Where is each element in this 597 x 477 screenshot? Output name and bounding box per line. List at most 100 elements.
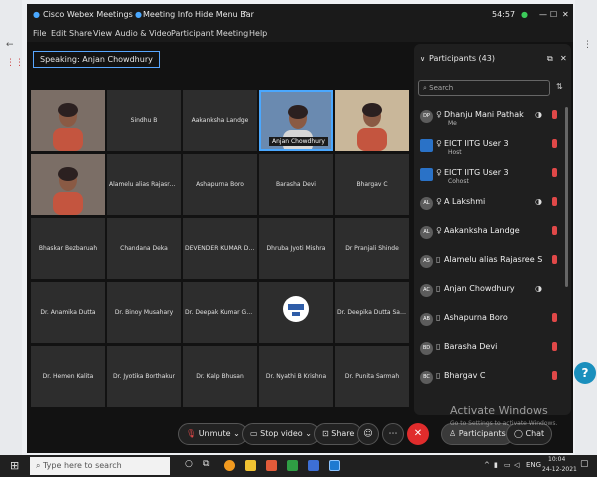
mic-muted-icon — [552, 255, 557, 264]
participant-video-tile[interactable] — [259, 282, 333, 343]
minimize-icon[interactable]: — — [539, 10, 547, 19]
more-menu-icon[interactable]: ⋮ — [583, 40, 592, 50]
participant-tile-name: Ashapurna Boro — [196, 181, 244, 188]
windows-start-icon[interactable]: ⊞ — [10, 459, 19, 472]
menu-audio-video[interactable]: Audio & Video — [115, 29, 171, 38]
apps-icon[interactable]: ⋮⋮ — [6, 58, 24, 68]
participant-list-item[interactable]: ♀ EICT IITG User 3 Cohost — [414, 162, 564, 190]
video-camera-icon: ▭ — [250, 429, 258, 438]
participant-video-tile[interactable] — [31, 154, 105, 215]
participant-video-tile[interactable]: Aakanksha Landge — [183, 90, 257, 151]
participant-video-tile[interactable]: Alamelu alias Rajasree S — [107, 154, 181, 215]
participant-video-tile[interactable]: Dr. Punita Sarmah — [335, 346, 409, 407]
popout-icon[interactable]: ⧉ — [547, 54, 553, 64]
unmute-button[interactable]: 🎙 Unmute ⌄ — [178, 423, 248, 445]
task-view-icon[interactable]: ⧉ — [203, 459, 209, 469]
activate-windows-watermark: Activate Windows — [450, 404, 548, 417]
spreadsheet-app-icon[interactable] — [287, 460, 298, 471]
host-device-icon — [420, 139, 433, 152]
mic-muted-icon — [552, 139, 557, 148]
office-app-icon[interactable] — [266, 460, 277, 471]
participant-video-tile[interactable]: Dr. Jyotika Borthakur — [107, 346, 181, 407]
panel-scrollbar[interactable] — [565, 107, 568, 287]
more-icon: ⋯ — [388, 429, 398, 439]
participant-video-tile[interactable]: Dr. Hemen Kalita — [31, 346, 105, 407]
help-button[interactable]: ? — [574, 362, 596, 384]
language-indicator[interactable]: ENG — [526, 461, 541, 469]
more-options-button[interactable]: ⋯ — [382, 423, 404, 445]
connection-status-icon: ● — [521, 10, 528, 19]
participant-list-item[interactable]: BD ▯ Barasha Devi — [414, 336, 564, 364]
participant-video-tile[interactable]: Dr. Binoy Musahary — [107, 282, 181, 343]
meeting-info-button[interactable]: Meeting Info — [143, 10, 193, 19]
participant-list-item[interactable]: AC ▯ Anjan Chowdhury ◑ — [414, 278, 564, 306]
participant-video-tile[interactable]: DEVENDER KUMAR DHAKED — [183, 218, 257, 279]
cortana-icon[interactable]: ○ — [185, 459, 193, 469]
participant-video-tile[interactable]: Dr. Deepak Kumar Gogoi — [183, 282, 257, 343]
participant-tile-name: Dr. Punita Sarmah — [344, 373, 400, 380]
participant-video-tile[interactable]: Bhaskar Bezbaruah — [31, 218, 105, 279]
sort-icon[interactable]: ⇅ — [556, 82, 563, 91]
back-arrow-icon[interactable]: ← — [6, 40, 14, 50]
word-app-icon[interactable] — [308, 460, 319, 471]
participant-video-tile[interactable]: Dr. Nyathi B Krishna — [259, 346, 333, 407]
share-button[interactable]: ⊡ Share — [314, 423, 363, 445]
chevron-down-icon[interactable]: ∨ — [420, 55, 425, 63]
search-icon: ⌕ — [36, 461, 41, 470]
participant-video-tile[interactable]: Bhargav C — [335, 154, 409, 215]
menu-help[interactable]: Help — [249, 29, 267, 38]
people-icon: ♙ — [449, 429, 457, 438]
participant-video-tile[interactable]: Dr. Kalp Bhusan — [183, 346, 257, 407]
menu-view[interactable]: View — [93, 29, 112, 38]
stop-video-button[interactable]: ▭ Stop video ⌄ — [242, 423, 320, 445]
menu-share[interactable]: Share — [69, 29, 92, 38]
participant-tile-name: Barasha Devi — [276, 181, 316, 188]
menu-edit[interactable]: Edit — [51, 29, 67, 38]
participant-list-item[interactable]: AL ♀ Aakanksha Landge — [414, 220, 564, 248]
participant-video-tile[interactable]: Dr Pranjali Shinde — [335, 218, 409, 279]
participant-tile-name: Dr. Deepak Kumar Gogoi — [185, 309, 255, 316]
participant-list-item[interactable]: AB ▯ Ashapurna Boro — [414, 307, 564, 335]
video-on-icon: ◑ — [535, 197, 542, 206]
participant-search-input[interactable]: ⌕ Search — [418, 80, 550, 96]
participant-list-item[interactable]: AL ♀ A Lakshmi ◑ — [414, 191, 564, 219]
participant-list-item[interactable]: DP ♀ Dhanju Mani Pathak Me ◑ — [414, 104, 564, 132]
participant-video-tile[interactable]: Barasha Devi — [259, 154, 333, 215]
menu-file[interactable]: File — [33, 29, 46, 38]
leave-meeting-button[interactable]: ✕ — [407, 423, 429, 445]
chevron-up-icon[interactable]: ^ — [242, 10, 249, 19]
reactions-button[interactable]: ☺ — [357, 423, 379, 445]
participant-name: Dhanju Mani Pathak — [444, 110, 524, 119]
participant-video-tile[interactable]: Chandana Deka — [107, 218, 181, 279]
video-on-icon: ◑ — [535, 110, 542, 119]
chrome-app-icon[interactable] — [224, 460, 235, 471]
restore-icon[interactable]: ☐ — [550, 10, 557, 19]
avatar: BC — [420, 371, 433, 384]
notifications-icon[interactable]: ▢ — [580, 459, 589, 469]
close-icon[interactable]: ✕ — [562, 10, 569, 19]
mic-muted-icon — [552, 371, 557, 380]
participant-video-tile[interactable]: Dr. Anamika Dutta — [31, 282, 105, 343]
tray-chevron-up-icon[interactable]: ^ — [484, 461, 490, 469]
participant-list-item[interactable]: BC ▯ Bhargav C — [414, 365, 564, 393]
participant-video-tile[interactable]: Dhruba Jyoti Mishra — [259, 218, 333, 279]
participant-tile-name: Anjan Chowdhury — [269, 137, 328, 146]
participant-video-tile[interactable]: Sindhu B — [107, 90, 181, 151]
taskbar-search-input[interactable]: ⌕ Type here to search — [30, 457, 170, 475]
webex-app-icon[interactable] — [329, 460, 340, 471]
participant-list-item[interactable]: AS ▯ Alamelu alias Rajasree S — [414, 249, 564, 277]
participant-video-tile[interactable] — [335, 90, 409, 151]
volume-icon[interactable]: ◁ — [514, 461, 519, 469]
participant-list-item[interactable]: ♀ EICT IITG User 3 Host — [414, 133, 564, 161]
close-panel-icon[interactable]: ✕ — [560, 54, 567, 63]
participant-tile-name: Bhaskar Bezbaruah — [38, 245, 98, 252]
menu-participant[interactable]: Participant — [171, 29, 214, 38]
participant-video-tile[interactable]: Anjan Chowdhury — [259, 90, 333, 151]
menu-meeting[interactable]: Meeting — [216, 29, 248, 38]
participant-video-tile[interactable]: Ashapurna Boro — [183, 154, 257, 215]
participant-video-tile[interactable] — [31, 90, 105, 151]
computer-audio-icon: ♀ — [436, 226, 442, 235]
participant-video-tile[interactable]: Dr. Deepika Dutta Saikia — [335, 282, 409, 343]
file-explorer-app-icon[interactable] — [245, 460, 256, 471]
participant-tile-name: Dr. Kalp Bhusan — [196, 373, 244, 380]
